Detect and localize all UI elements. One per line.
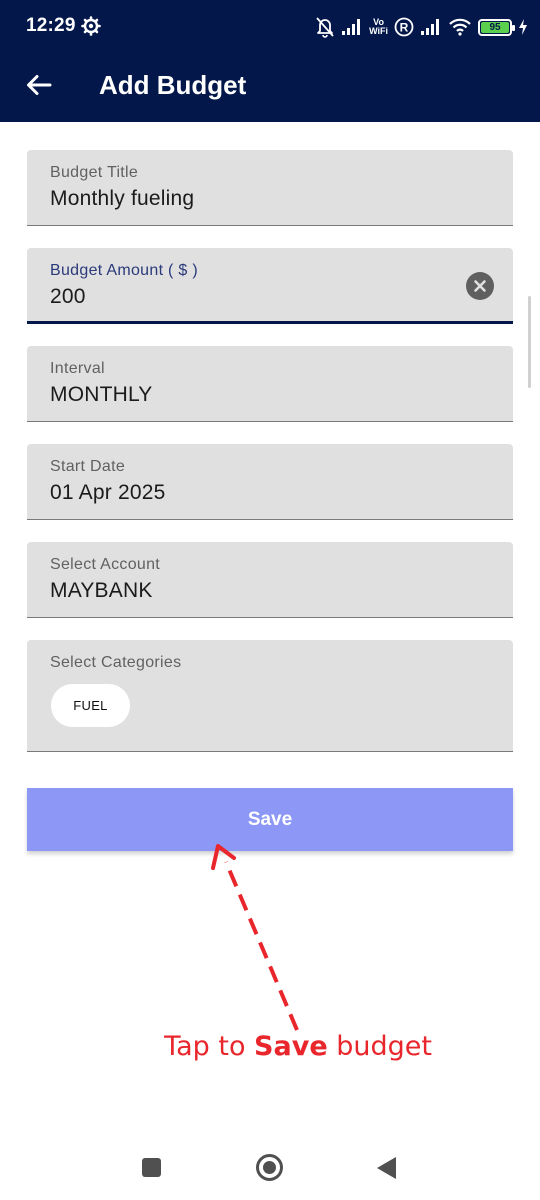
status-time: 12:29 — [26, 15, 76, 36]
save-button[interactable]: Save — [27, 788, 513, 851]
clear-circle-icon — [474, 280, 486, 292]
budget-title-label: Budget Title — [50, 164, 139, 181]
interval-field[interactable]: Interval MONTHLY — [27, 346, 513, 422]
budget-title-field[interactable]: Budget Title Monthly fueling — [27, 150, 513, 226]
annotation-suffix: budget — [327, 1031, 432, 1062]
start-date-label: Start Date — [50, 458, 126, 475]
page-title: Add Budget — [99, 70, 247, 100]
app-header: 12:29 Vo WiFi R 95 Add Budget — [0, 0, 540, 122]
annotation-prefix: Tap to — [164, 1031, 255, 1062]
navigation-bar — [0, 1134, 540, 1200]
interval-label: Interval — [50, 360, 105, 377]
annotation-text: Tap to Save budget — [0, 1031, 540, 1062]
start-date-field[interactable]: Start Date 01 Apr 2025 — [27, 444, 513, 520]
bell-off-icon — [316, 17, 334, 38]
annotation-emphasis: Save — [254, 1031, 328, 1062]
home-circle-icon[interactable] — [256, 1154, 283, 1181]
signal-icon — [421, 19, 439, 35]
gear-icon — [81, 16, 101, 36]
back-button[interactable] — [22, 68, 56, 102]
categories-label: Select Categories — [50, 654, 182, 671]
interval-value: MONTHLY — [50, 383, 153, 406]
vowifi-icon: Vo WiFi — [369, 18, 388, 36]
arrow-left-icon — [27, 75, 52, 95]
signal-icon — [342, 19, 361, 35]
budget-amount-field[interactable]: Budget Amount ( $ ) 200 — [27, 248, 513, 324]
charging-icon — [519, 19, 527, 35]
svg-text:R: R — [400, 21, 409, 35]
budget-amount-label: Budget Amount ( $ ) — [50, 262, 199, 279]
battery-level: 95 — [489, 21, 501, 33]
category-chip-fuel[interactable]: FUEL — [51, 684, 130, 727]
scrollbar-thumb[interactable] — [528, 296, 531, 388]
account-field[interactable]: Select Account MAYBANK — [27, 542, 513, 618]
wifi-icon — [449, 18, 471, 36]
clear-amount-button[interactable] — [466, 272, 494, 300]
roaming-icon: R — [394, 17, 414, 37]
start-date-value: 01 Apr 2025 — [50, 481, 166, 504]
status-bar: 12:29 Vo WiFi R 95 — [0, 0, 540, 54]
budget-amount-value: 200 — [50, 285, 86, 308]
budget-title-value: Monthly fueling — [50, 187, 195, 210]
recents-square-icon[interactable] — [142, 1158, 161, 1177]
categories-field[interactable]: Select Categories FUEL — [27, 640, 513, 752]
battery-icon: 95 — [478, 18, 515, 36]
status-icons: Vo WiFi R 95 — [315, 14, 528, 40]
account-label: Select Account — [50, 556, 161, 573]
vowifi-bottom: WiFi — [369, 26, 388, 36]
back-triangle-icon[interactable] — [377, 1157, 396, 1179]
account-value: MAYBANK — [50, 579, 153, 602]
